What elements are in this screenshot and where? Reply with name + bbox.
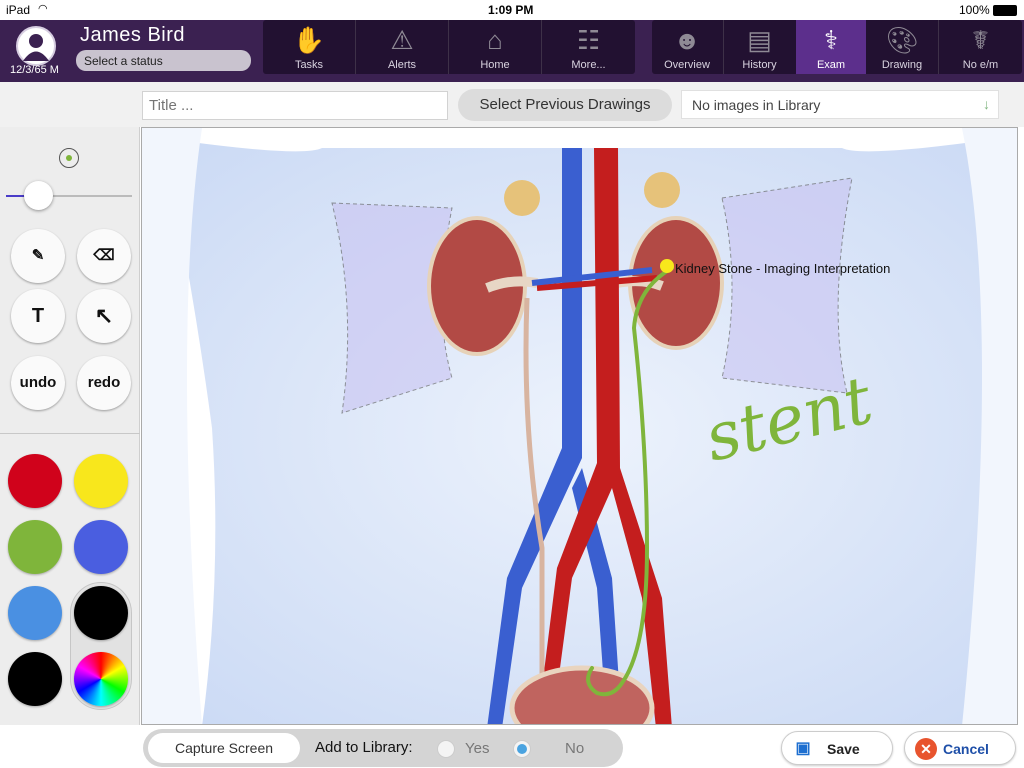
stethoscope-icon: ⚕ <box>823 25 839 55</box>
radio-no-label: No <box>565 740 585 757</box>
color-yellow[interactable] <box>74 454 128 508</box>
head-profile-icon: ☻ <box>673 25 701 55</box>
add-to-library-label: Add to Library: <box>315 739 413 756</box>
annotation-label: Kidney Stone - Imaging Interpretation <box>675 261 890 276</box>
user-avatar-icon[interactable] <box>16 26 56 66</box>
tab-no-em[interactable]: ☤ No e/m <box>939 20 1022 74</box>
status-select[interactable]: Select a status <box>76 50 251 71</box>
library-select-value: No images in Library <box>692 97 821 113</box>
nav-more[interactable]: ☷ More... <box>542 20 635 74</box>
pen-tool-button[interactable]: ✎ <box>11 229 65 283</box>
tab-exam[interactable]: ⚕ Exam <box>796 20 866 74</box>
nav-tasks[interactable]: ✋ Tasks <box>263 20 355 74</box>
undo-button[interactable]: undo <box>11 356 65 410</box>
brush-size-preview <box>59 148 79 168</box>
drawing-canvas[interactable]: stent Kidney Stone - Imaging Interpretat… <box>141 127 1018 725</box>
brush-icon: ✎ <box>31 247 45 264</box>
tool-panel: ✎ ⌫ T ↖ undo redo <box>0 127 140 768</box>
warning-icon: ⚠ <box>390 25 414 55</box>
anatomy-image: stent Kidney Stone - Imaging Interpretat… <box>142 128 1017 724</box>
floppy-icon: ▣ <box>792 738 814 760</box>
radio-no[interactable] <box>513 740 531 758</box>
save-button[interactable]: ▣ Save <box>781 731 893 765</box>
size-slider-thumb[interactable] <box>24 181 53 210</box>
nav-home[interactable]: ⌂ Home <box>449 20 541 74</box>
patient-dob: 12/3/65 M <box>10 64 59 76</box>
title-input[interactable] <box>142 91 448 120</box>
nav-group-main: ✋ Tasks ⚠ Alerts ⌂ Home ☷ More... <box>263 20 635 74</box>
device-label: iPad <box>6 3 31 17</box>
arrow-tool-button[interactable]: ↖ <box>77 289 131 343</box>
palette-icon: 🎨︎ <box>885 25 919 55</box>
clock: 1:09 PM <box>488 3 534 17</box>
color-black[interactable] <box>8 652 62 706</box>
cancel-button[interactable]: ✕ Cancel <box>904 731 1016 765</box>
sitemap-icon: ☷ <box>576 25 601 55</box>
home-icon: ⌂ <box>487 25 503 55</box>
tab-history[interactable]: ▤ History <box>724 20 795 74</box>
close-icon: ✕ <box>915 738 937 760</box>
eraser-tool-button[interactable]: ⌫ <box>77 229 131 283</box>
tab-overview[interactable]: ☻ Overview <box>652 20 722 74</box>
battery-icon <box>993 5 1017 16</box>
arrow-down-icon: ↓ <box>983 96 990 112</box>
arrow-up-left-icon: ↖ <box>94 303 114 328</box>
radio-yes[interactable] <box>437 740 455 758</box>
radio-yes-label: Yes <box>465 740 490 757</box>
capture-screen-button[interactable]: Capture Screen <box>148 733 300 763</box>
select-previous-drawings-button[interactable]: Select Previous Drawings <box>458 89 672 121</box>
color-red[interactable] <box>8 454 62 508</box>
clipboard-icon: ▤ <box>747 25 772 55</box>
wifi-icon: ◠ <box>38 3 48 15</box>
app-header: 12/3/65 M James Bird Select a status ✋ Ta… <box>0 20 1024 82</box>
battery-percent: 100% <box>959 3 990 17</box>
patient-name[interactable]: James Bird <box>80 24 185 47</box>
text-tool-button[interactable]: T <box>11 289 65 343</box>
eraser-icon: ⌫ <box>93 247 115 264</box>
divider <box>0 433 140 434</box>
color-light-blue[interactable] <box>8 586 62 640</box>
color-black-selected[interactable] <box>74 586 128 640</box>
status-bar: iPad ◠ 1:09 PM 100% <box>0 0 1024 20</box>
color-wheel-icon[interactable] <box>74 652 128 706</box>
color-blue[interactable] <box>74 520 128 574</box>
tab-drawing[interactable]: 🎨︎ Drawing <box>867 20 937 74</box>
nav-group-chart: ☻ Overview ▤ History ⚕ Exam 🎨︎ Drawing ☤ No e… <box>652 20 1022 74</box>
caduceus-icon: ☤ <box>971 25 990 55</box>
color-green[interactable] <box>8 520 62 574</box>
redo-button[interactable]: redo <box>77 356 131 410</box>
library-select[interactable]: No images in Library ↓ <box>681 90 999 119</box>
hand-icon: ✋ <box>292 25 326 55</box>
text-icon: T <box>31 305 45 327</box>
nav-alerts[interactable]: ⚠ Alerts <box>356 20 448 74</box>
